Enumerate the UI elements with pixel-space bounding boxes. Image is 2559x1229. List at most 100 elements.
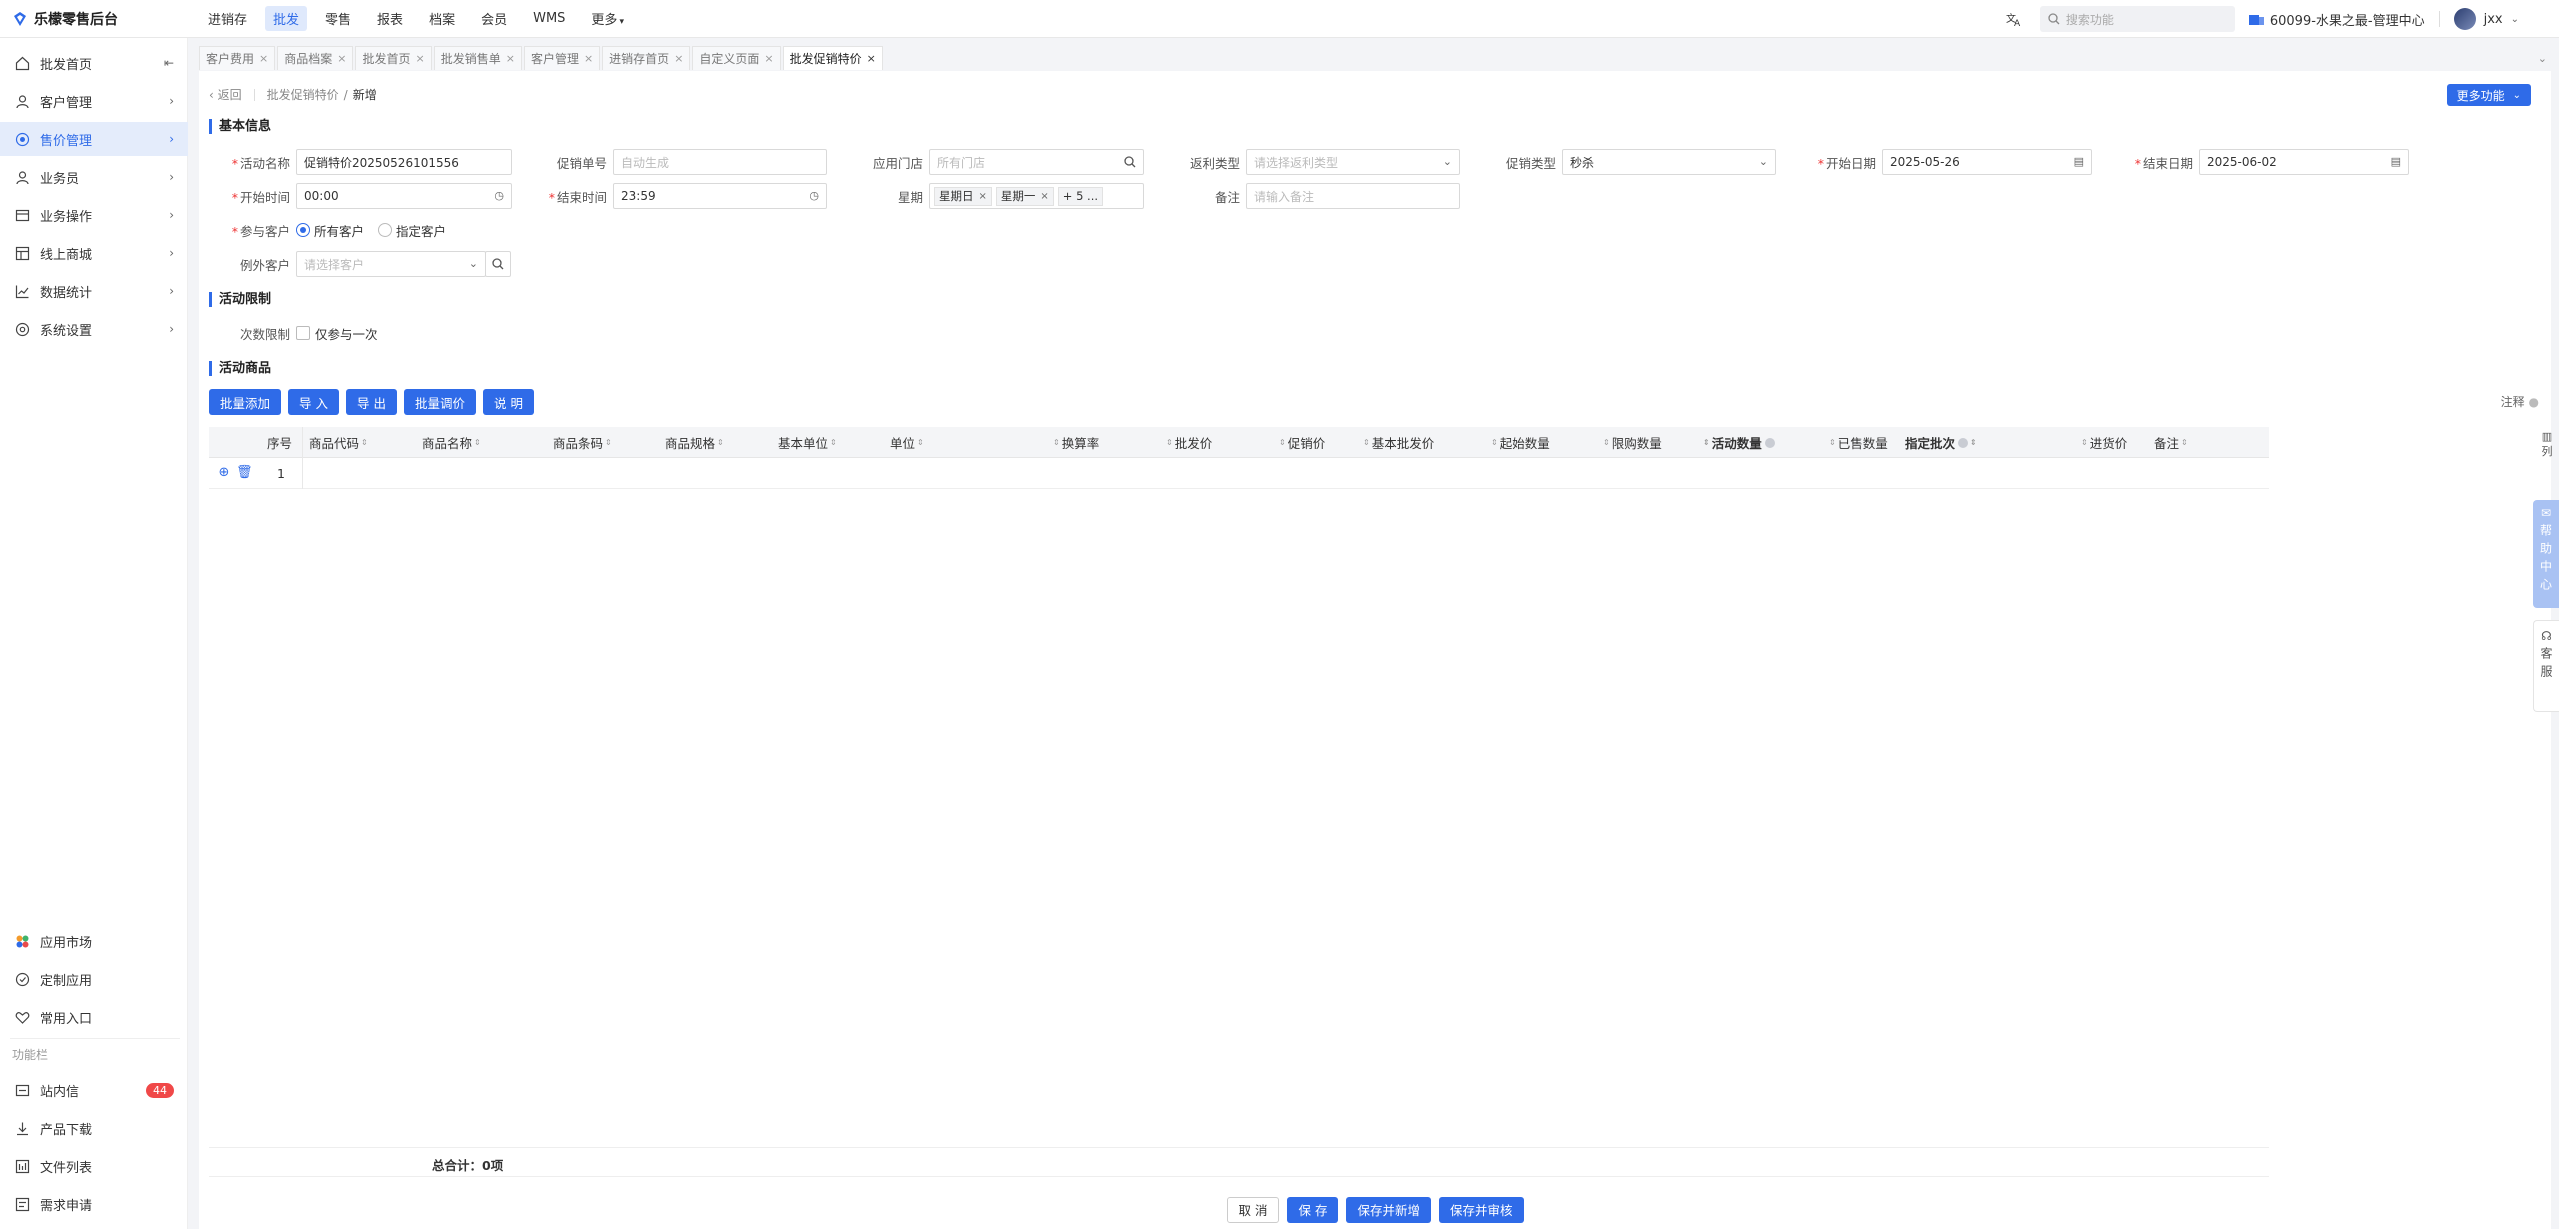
app-logo[interactable]: 乐檬零售后台 bbox=[0, 9, 190, 29]
col-barcode[interactable]: 商品条码 ⇕ bbox=[553, 427, 614, 458]
col-conversion[interactable]: ⇕ 换算率 bbox=[1051, 427, 1099, 458]
col-code[interactable]: 商品代码 ⇕ bbox=[309, 427, 370, 458]
end-time-input[interactable]: 23:59 ◷ bbox=[613, 183, 827, 209]
collapse-sidebar-icon[interactable]: ⇤ bbox=[164, 56, 174, 70]
promo-no-input[interactable]: 自动生成 bbox=[613, 149, 827, 175]
save-and-approve-button[interactable]: 保存并审核 bbox=[1438, 1196, 1524, 1223]
annotation-toggle[interactable]: 注释 ● bbox=[2501, 393, 2539, 410]
save-and-new-button[interactable]: 保存并新增 bbox=[1346, 1196, 1431, 1223]
tabs-overflow-icon[interactable]: ⌄ bbox=[2538, 52, 2547, 65]
sidebar-item-mall[interactable]: 线上商城 › bbox=[0, 236, 188, 270]
close-icon[interactable]: × bbox=[764, 52, 773, 65]
topnav-jinxiaocun[interactable]: 进销存 bbox=[200, 6, 255, 31]
store-input[interactable]: 所有门店 bbox=[929, 149, 1144, 175]
save-button[interactable]: 保 存 bbox=[1287, 1196, 1339, 1223]
sidebar-item-app-market[interactable]: 应用市场 bbox=[0, 924, 188, 958]
close-icon[interactable]: × bbox=[415, 52, 424, 65]
tab-pifa-sales[interactable]: 批发销售单 × bbox=[433, 46, 522, 70]
function-search-input[interactable]: 搜索功能 bbox=[2039, 6, 2235, 32]
search-icon[interactable] bbox=[1124, 156, 1136, 168]
col-sold-qty[interactable]: ⇕ 已售数量 bbox=[1827, 427, 1888, 458]
topnav-huiyuan[interactable]: 会员 bbox=[473, 6, 515, 31]
col-base-wholesale-price[interactable]: ⇕ 基本批发价 bbox=[1361, 427, 1434, 458]
sidebar-item-messages[interactable]: 站内信 44 bbox=[0, 1073, 188, 1107]
col-batch[interactable]: 指定批次 ⇕ bbox=[1905, 427, 1979, 458]
translate-icon[interactable]: 文A bbox=[2006, 11, 2022, 27]
cancel-button[interactable]: 取 消 bbox=[1226, 1196, 1280, 1223]
close-icon[interactable]: × bbox=[506, 52, 515, 65]
customer-service-button[interactable]: ☊ 客服 bbox=[2533, 620, 2559, 712]
import-button[interactable]: 导 入 bbox=[288, 389, 339, 415]
col-promo-price[interactable]: ⇕ 促销价 bbox=[1277, 427, 1325, 458]
close-icon[interactable]: × bbox=[674, 52, 683, 65]
topnav-baobiao[interactable]: 报表 bbox=[369, 6, 411, 31]
start-date-input[interactable]: 2025-05-26 ▤ bbox=[1882, 149, 2092, 175]
sidebar-item-settings[interactable]: 系统设置 › bbox=[0, 312, 188, 346]
batch-add-button[interactable]: 批量添加 bbox=[209, 389, 282, 415]
col-remark[interactable]: 备注 ⇕ bbox=[2154, 427, 2190, 458]
close-icon[interactable]: × bbox=[979, 191, 987, 202]
except-customers-select[interactable]: 请选择客户 ⌄ bbox=[296, 251, 486, 277]
topnav-lingshou[interactable]: 零售 bbox=[317, 6, 359, 31]
col-purchase-price[interactable]: ⇕ 进货价 bbox=[2079, 427, 2127, 458]
topnav-wms[interactable]: WMS bbox=[525, 8, 573, 29]
remark-input[interactable]: 请输入备注 bbox=[1246, 183, 1460, 209]
topnav-dangan[interactable]: 档案 bbox=[421, 6, 463, 31]
topnav-pifa[interactable]: 批发 bbox=[265, 6, 308, 31]
rebate-type-select[interactable]: 请选择返利类型 ⌄ bbox=[1246, 149, 1460, 175]
store-switcher[interactable]: 60099-水果之最-管理中心 bbox=[2248, 10, 2425, 29]
sidebar-item-pifa-home[interactable]: 批发首页 ⇤ bbox=[0, 46, 188, 80]
sidebar-item-salesman[interactable]: 业务员 › bbox=[0, 160, 188, 194]
tab-goods-archive[interactable]: 商品档案 × bbox=[277, 46, 354, 70]
sidebar-item-file-list[interactable]: 文件列表 bbox=[0, 1149, 188, 1183]
add-row-icon[interactable]: ⊕ bbox=[217, 466, 231, 480]
sidebar-item-custom-app[interactable]: 定制应用 bbox=[0, 962, 188, 996]
tab-jxc-home[interactable]: 进销存首页 × bbox=[602, 46, 691, 70]
col-name[interactable]: 商品名称 ⇕ bbox=[422, 427, 483, 458]
col-activity-qty[interactable]: ⇕ 活动数量 bbox=[1701, 427, 1775, 458]
sidebar-item-download[interactable]: 产品下载 bbox=[0, 1111, 188, 1145]
col-wholesale-price[interactable]: ⇕ 批发价 bbox=[1164, 427, 1212, 458]
sidebar-item-favorites[interactable]: 常用入口 bbox=[0, 1000, 188, 1034]
col-base-unit[interactable]: 基本单位 ⇕ bbox=[778, 427, 839, 458]
sidebar-item-request[interactable]: 需求申请 bbox=[0, 1187, 188, 1221]
topnav-more[interactable]: 更多 ▾ bbox=[583, 6, 632, 31]
sidebar-item-stats[interactable]: 数据统计 › bbox=[0, 274, 188, 308]
close-icon[interactable]: × bbox=[1040, 191, 1048, 202]
weekday-more-tag[interactable]: + 5 ... bbox=[1057, 186, 1104, 206]
except-customers-search-button[interactable] bbox=[485, 251, 511, 277]
close-icon[interactable]: × bbox=[584, 52, 593, 65]
close-icon[interactable]: × bbox=[337, 52, 346, 65]
tab-customer-fee[interactable]: 客户费用 × bbox=[199, 46, 276, 70]
activity-name-input[interactable]: 促销特价20250526101556 bbox=[296, 149, 512, 175]
radio-all-customers[interactable]: 所有客户 bbox=[296, 221, 364, 240]
export-button[interactable]: 导 出 bbox=[346, 389, 397, 415]
breadcrumb-parent[interactable]: 批发促销特价 bbox=[267, 86, 339, 103]
tab-customer-manage[interactable]: 客户管理 × bbox=[523, 46, 601, 70]
col-start-qty[interactable]: ⇕ 起始数量 bbox=[1489, 427, 1550, 458]
sidebar-item-customer[interactable]: 客户管理 › bbox=[0, 84, 188, 118]
weekday-select[interactable]: 星期日 × 星期一 × + 5 ... bbox=[929, 183, 1144, 209]
col-spec[interactable]: 商品规格 ⇕ bbox=[665, 427, 726, 458]
tab-custom-page[interactable]: 自定义页面 × bbox=[692, 46, 781, 70]
col-limit-qty[interactable]: ⇕ 限购数量 bbox=[1601, 427, 1662, 458]
sidebar-item-operation[interactable]: 业务操作 › bbox=[0, 198, 188, 232]
close-icon[interactable]: × bbox=[259, 52, 268, 65]
column-settings[interactable]: ▥ 列 bbox=[2535, 430, 2559, 459]
end-date-input[interactable]: 2025-06-02 ▤ bbox=[2199, 149, 2409, 175]
tab-pifa-promo[interactable]: 批发促销特价 × bbox=[782, 46, 883, 70]
col-unit[interactable]: 单位 ⇕ bbox=[890, 427, 926, 458]
help-center-button[interactable]: ✉ 帮助中心 bbox=[2533, 500, 2559, 608]
start-time-input[interactable]: 00:00 ◷ bbox=[296, 183, 512, 209]
back-link[interactable]: ‹ 返回 bbox=[209, 86, 242, 103]
close-icon[interactable]: × bbox=[867, 52, 876, 65]
batch-adjust-price-button[interactable]: 批量调价 bbox=[403, 389, 476, 415]
promo-type-select[interactable]: 秒杀 ⌄ bbox=[1562, 149, 1776, 175]
sidebar-item-price[interactable]: 售价管理 › bbox=[0, 122, 188, 156]
radio-specified-customers[interactable]: 指定客户 bbox=[378, 221, 446, 240]
user-menu[interactable]: jxx ⌄ bbox=[2453, 8, 2519, 30]
instructions-button[interactable]: 说 明 bbox=[483, 389, 534, 415]
more-functions-button[interactable]: 更多功能 ⌄ bbox=[2446, 84, 2531, 106]
tab-pifa-home[interactable]: 批发首页 × bbox=[355, 46, 432, 70]
delete-row-icon[interactable]: 🗑 bbox=[236, 466, 253, 480]
